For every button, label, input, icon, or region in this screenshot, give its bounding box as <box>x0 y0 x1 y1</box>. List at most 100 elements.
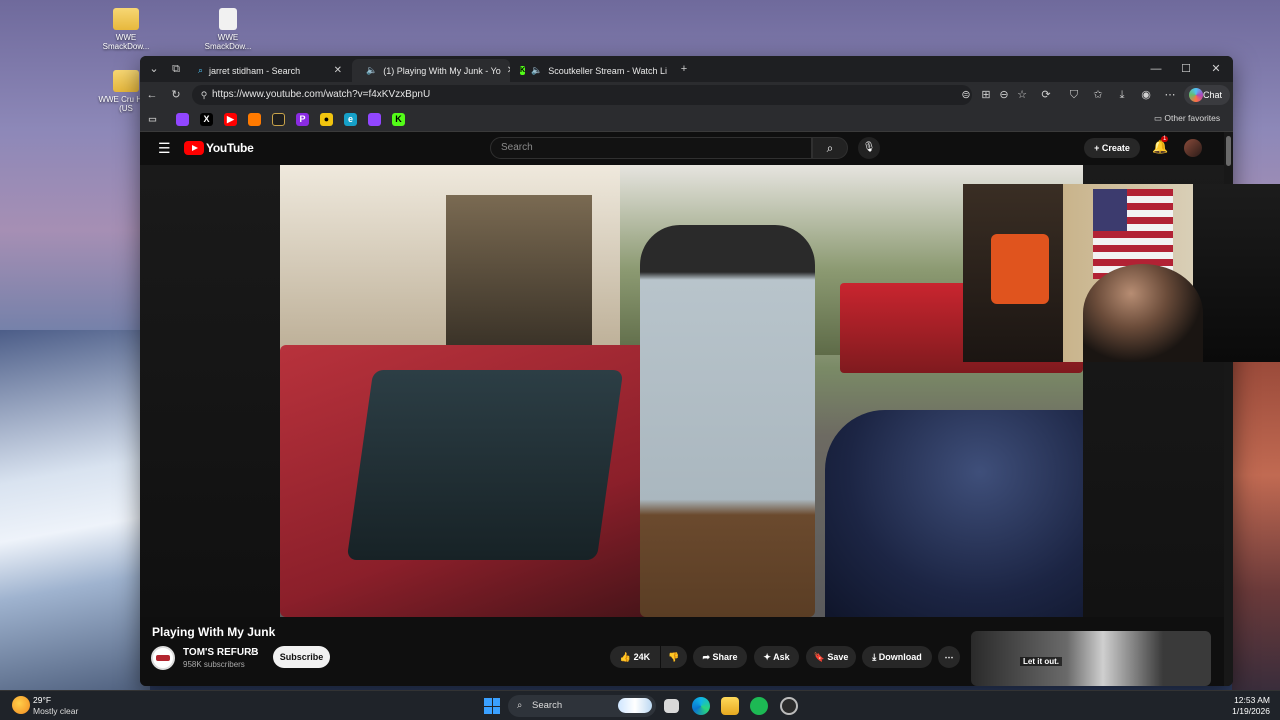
download-button[interactable]: ⤓ Download <box>862 646 932 668</box>
save-button[interactable]: 🔖 Save <box>806 646 856 668</box>
tab-bar: ⌄ ⧉ ⌕ jarret stidham - Search ✕ 🔈 (1) Pl… <box>140 56 1233 82</box>
weather-temperature[interactable]: 29°F <box>33 695 51 705</box>
desktop-icon-wwe-smackdown-file[interactable]: WWE SmackDow... <box>200 8 256 51</box>
copilot-icon <box>1189 88 1203 102</box>
sparkle-icon: ✦ <box>763 652 774 662</box>
new-tab-icon[interactable]: + <box>674 61 694 77</box>
close-window-icon[interactable]: ✕ <box>1206 61 1226 77</box>
more-actions-button[interactable]: ⋯ <box>938 646 960 668</box>
edge-taskbar-icon[interactable] <box>692 697 710 715</box>
translate-icon[interactable]: ⊜ <box>958 87 974 103</box>
twitch-alt-icon[interactable] <box>368 113 381 126</box>
video-scene-trunk-lid <box>346 370 624 560</box>
thumbs-up-icon: 👍 <box>619 652 634 662</box>
minimize-icon[interactable]: — <box>1146 61 1166 77</box>
desktop-icon-wwe-smackdown-folder[interactable]: WWE SmackDow... <box>98 8 154 51</box>
recommended-video-thumbnail[interactable] <box>971 631 1211 686</box>
voice-search-button[interactable]: 🎙 <box>858 137 880 159</box>
clock-date[interactable]: 1/19/2026 <box>1224 706 1270 716</box>
favorites-bar: ▭ X ▶ P ● e K ▭ Other favorites <box>140 108 1233 132</box>
desktop-icon-label: WWE SmackDow... <box>102 33 150 51</box>
webcam-streamer <box>1083 264 1203 362</box>
app-icon[interactable] <box>272 113 285 126</box>
reading-list-icon[interactable]: ▭ <box>146 113 159 126</box>
speaker-icon[interactable]: 🔈 <box>366 65 377 76</box>
workspaces-icon[interactable]: ⧉ <box>166 61 186 77</box>
kick-favicon-icon: K <box>520 66 526 75</box>
dislike-button[interactable]: 👎 <box>661 646 687 668</box>
copilot-chat-button[interactable]: Chat <box>1184 85 1230 105</box>
desktop-wallpaper-right <box>1232 360 1280 690</box>
start-button[interactable] <box>484 698 500 714</box>
folder-icon <box>113 8 139 30</box>
address-bar-row: ← ↻ https://www.youtube.com/watch?v=f4xK… <box>140 82 1233 108</box>
back-icon[interactable]: ← <box>144 87 160 103</box>
microphone-icon: 🎙 <box>862 142 876 153</box>
x-icon[interactable]: X <box>200 113 213 126</box>
refresh-icon[interactable]: ↻ <box>168 87 184 103</box>
edge-icon[interactable]: e <box>344 113 357 126</box>
ask-button[interactable]: ✦ Ask <box>754 646 799 668</box>
subscribe-button[interactable]: Subscribe <box>273 646 330 668</box>
other-favorites-folder[interactable]: ▭ Other favorites <box>1154 113 1220 124</box>
weather-icon[interactable] <box>12 696 30 714</box>
windows-logo-icon <box>484 698 492 706</box>
tab-list-dropdown-icon[interactable]: ⌄ <box>144 61 164 77</box>
thumbs-down-icon: 👎 <box>668 652 680 662</box>
video-title: Playing With My Junk <box>152 625 276 639</box>
folder-icon: ▭ <box>1154 113 1165 123</box>
more-menu-icon[interactable]: ⋯ <box>1162 87 1178 103</box>
account-avatar[interactable] <box>1184 139 1202 157</box>
like-button[interactable]: 👍 24K <box>610 646 660 668</box>
webcam-overlay <box>963 184 1280 362</box>
spotify-icon[interactable] <box>750 697 768 715</box>
channel-avatar[interactable] <box>151 646 175 670</box>
youtube-search-input[interactable]: Search <box>490 137 812 159</box>
speaker-icon[interactable]: 🔈 <box>531 65 542 76</box>
stats-icon[interactable] <box>248 113 261 126</box>
weather-condition[interactable]: Mostly clear <box>33 706 78 716</box>
favorites-icon[interactable]: ✩ <box>1090 87 1106 103</box>
bookmark-icon: 🔖 <box>813 652 828 662</box>
url-input[interactable]: https://www.youtube.com/watch?v=f4xKVzxB… <box>192 85 972 105</box>
search-highlight-image[interactable] <box>618 698 652 713</box>
extension-icon[interactable]: ⟳ <box>1038 87 1054 103</box>
obs-icon[interactable] <box>780 697 798 715</box>
favorite-star-icon[interactable]: ☆ <box>1014 87 1030 103</box>
browser-window: ⌄ ⧉ ⌕ jarret stidham - Search ✕ 🔈 (1) Pl… <box>140 56 1233 686</box>
channel-name[interactable]: TOM'S REFURB <box>183 647 259 658</box>
site-info-icon[interactable]: ⚲ <box>196 87 212 103</box>
tab-kick-stream[interactable]: K 🔈 Scoutkeller Stream - Watch Li ✕ <box>512 59 672 82</box>
maximize-icon[interactable]: ☐ <box>1176 61 1196 77</box>
github-icon[interactable]: ● <box>320 113 333 126</box>
share-icon: ➦ <box>702 652 713 662</box>
close-tab-icon[interactable]: ✕ <box>507 65 510 76</box>
profile-icon[interactable]: ◉ <box>1138 87 1154 103</box>
kick-icon[interactable]: K <box>392 113 405 126</box>
patreon-icon[interactable]: P <box>296 113 309 126</box>
youtube-icon[interactable]: ▶ <box>224 113 237 126</box>
more-icon: ⋯ <box>944 652 954 662</box>
tab-search[interactable]: ⌕ jarret stidham - Search ✕ <box>190 59 350 82</box>
create-button[interactable]: + Create <box>1084 138 1140 158</box>
tab-youtube[interactable]: 🔈 (1) Playing With My Junk - Yo ✕ <box>352 59 510 82</box>
zoom-icon[interactable]: ⊖ <box>996 87 1012 103</box>
task-view-icon[interactable] <box>664 699 679 713</box>
clock-time[interactable]: 12:53 AM <box>1224 695 1270 705</box>
scrollbar-thumb[interactable] <box>1226 136 1231 166</box>
tab-label: (1) Playing With My Junk - Yo <box>383 65 501 76</box>
twitch-icon[interactable] <box>176 113 189 126</box>
menu-icon[interactable]: ☰ <box>158 140 171 157</box>
youtube-logo-text[interactable]: YouTube <box>206 141 254 155</box>
video-scene-person <box>640 225 815 617</box>
shield-icon[interactable]: ⛉ <box>1066 87 1082 103</box>
reader-icon[interactable]: ⊞ <box>978 87 994 103</box>
recommended-video-caption: Let it out. <box>1020 657 1062 666</box>
download-icon[interactable]: ⤓ <box>1114 87 1130 103</box>
share-button[interactable]: ➦ Share <box>693 646 747 668</box>
search-button[interactable]: ⌕ <box>812 137 848 159</box>
file-explorer-icon[interactable] <box>721 697 739 715</box>
taskbar-search-label: Search <box>532 700 563 711</box>
close-tab-icon[interactable]: ✕ <box>334 65 342 76</box>
youtube-logo-icon[interactable] <box>184 141 204 155</box>
